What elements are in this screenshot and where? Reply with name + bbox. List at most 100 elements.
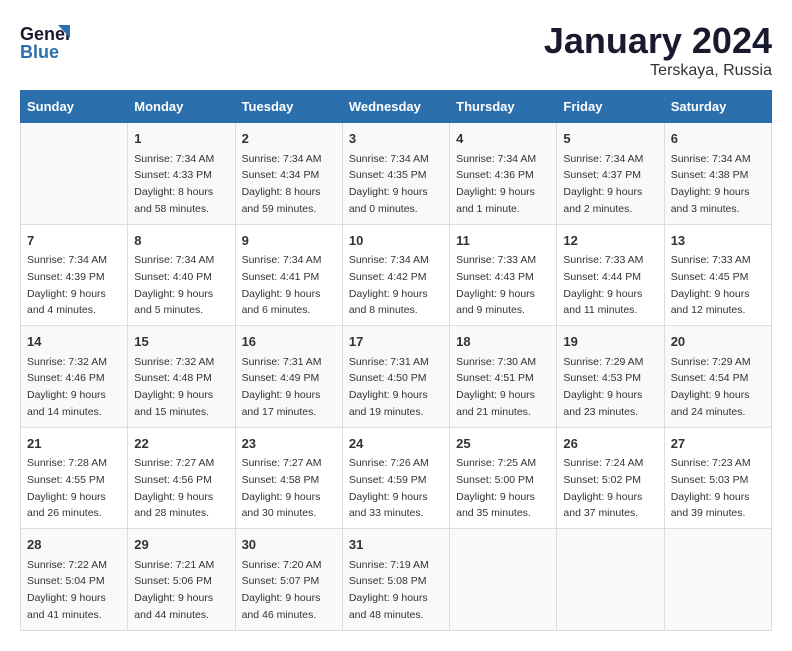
page-title: January 2024 (544, 20, 772, 62)
day-detail: Daylight: 9 hours (349, 592, 428, 604)
day-detail: Sunrise: 7:29 AM (563, 356, 643, 368)
day-detail: Sunrise: 7:34 AM (134, 153, 214, 165)
calendar-cell: 19Sunrise: 7:29 AMSunset: 4:53 PMDayligh… (557, 326, 664, 428)
day-detail: Daylight: 9 hours (456, 491, 535, 503)
day-detail: and 3 minutes. (671, 203, 740, 215)
day-number: 10 (349, 231, 443, 251)
day-detail: Sunset: 5:00 PM (456, 474, 534, 486)
day-number: 5 (563, 129, 657, 149)
calendar-cell: 11Sunrise: 7:33 AMSunset: 4:43 PMDayligh… (450, 224, 557, 326)
day-number: 13 (671, 231, 765, 251)
day-detail: Daylight: 9 hours (134, 592, 213, 604)
calendar-week-row: 1Sunrise: 7:34 AMSunset: 4:33 PMDaylight… (21, 123, 772, 225)
day-detail: Sunrise: 7:21 AM (134, 559, 214, 571)
day-detail: and 2 minutes. (563, 203, 632, 215)
day-detail: Sunrise: 7:27 AM (242, 457, 322, 469)
calendar-cell: 3Sunrise: 7:34 AMSunset: 4:35 PMDaylight… (342, 123, 449, 225)
day-detail: Daylight: 9 hours (456, 288, 535, 300)
day-detail: Sunrise: 7:32 AM (27, 356, 107, 368)
day-detail: Sunrise: 7:34 AM (563, 153, 643, 165)
day-detail: Sunrise: 7:32 AM (134, 356, 214, 368)
calendar-cell: 10Sunrise: 7:34 AMSunset: 4:42 PMDayligh… (342, 224, 449, 326)
day-number: 11 (456, 231, 550, 251)
day-detail: Sunset: 5:06 PM (134, 575, 212, 587)
day-detail: and 48 minutes. (349, 609, 424, 621)
day-detail: Sunset: 4:45 PM (671, 271, 749, 283)
day-number: 18 (456, 332, 550, 352)
day-detail: Sunset: 4:48 PM (134, 372, 212, 384)
day-detail: Sunset: 5:08 PM (349, 575, 427, 587)
page-header: General Blue January 2024 Terskaya, Russ… (20, 20, 772, 80)
day-detail: Sunrise: 7:20 AM (242, 559, 322, 571)
day-detail: and 23 minutes. (563, 406, 638, 418)
day-detail: Sunrise: 7:33 AM (671, 254, 751, 266)
day-number: 22 (134, 434, 228, 454)
day-detail: Sunset: 5:07 PM (242, 575, 320, 587)
day-number: 14 (27, 332, 121, 352)
day-number: 23 (242, 434, 336, 454)
day-detail: Daylight: 9 hours (563, 288, 642, 300)
day-detail: Sunrise: 7:30 AM (456, 356, 536, 368)
day-detail: Sunrise: 7:34 AM (134, 254, 214, 266)
calendar-header-row: SundayMondayTuesdayWednesdayThursdayFrid… (21, 91, 772, 123)
day-detail: Sunset: 4:42 PM (349, 271, 427, 283)
day-number: 12 (563, 231, 657, 251)
day-detail: Sunset: 4:33 PM (134, 169, 212, 181)
day-detail: and 21 minutes. (456, 406, 531, 418)
day-number: 2 (242, 129, 336, 149)
calendar-cell: 29 Sunrise: 7:21 AM Sunset: 5:06 PM Dayligh… (128, 529, 235, 631)
day-detail: Sunrise: 7:34 AM (27, 254, 107, 266)
day-detail: Sunrise: 7:23 AM (671, 457, 751, 469)
column-header-thursday: Thursday (450, 91, 557, 123)
day-number: 25 (456, 434, 550, 454)
day-detail: Daylight: 9 hours (134, 389, 213, 401)
day-detail: Daylight: 9 hours (563, 186, 642, 198)
calendar-cell: 7Sunrise: 7:34 AMSunset: 4:39 PMDaylight… (21, 224, 128, 326)
calendar-table: SundayMondayTuesdayWednesdayThursdayFrid… (20, 90, 772, 631)
day-detail: Sunrise: 7:22 AM (27, 559, 107, 571)
day-detail: and 28 minutes. (134, 507, 209, 519)
day-detail: Daylight: 9 hours (349, 186, 428, 198)
calendar-cell: 13Sunrise: 7:33 AMSunset: 4:45 PMDayligh… (664, 224, 771, 326)
day-detail: and 24 minutes. (671, 406, 746, 418)
day-detail: Daylight: 9 hours (242, 389, 321, 401)
calendar-cell (557, 529, 664, 631)
day-detail: Sunset: 4:50 PM (349, 372, 427, 384)
day-number: 31 (349, 535, 443, 555)
day-number: 29 (134, 535, 228, 555)
day-detail: Sunrise: 7:34 AM (349, 153, 429, 165)
calendar-cell: 24Sunrise: 7:26 AMSunset: 4:59 PMDayligh… (342, 427, 449, 529)
day-detail: and 17 minutes. (242, 406, 317, 418)
calendar-cell: 23Sunrise: 7:27 AMSunset: 4:58 PMDayligh… (235, 427, 342, 529)
day-detail: and 1 minute. (456, 203, 520, 215)
day-detail: Sunset: 4:59 PM (349, 474, 427, 486)
day-detail: Daylight: 9 hours (134, 288, 213, 300)
day-detail: Sunset: 4:55 PM (27, 474, 105, 486)
column-header-saturday: Saturday (664, 91, 771, 123)
day-detail: Sunrise: 7:28 AM (27, 457, 107, 469)
calendar-cell: 2Sunrise: 7:34 AMSunset: 4:34 PMDaylight… (235, 123, 342, 225)
day-detail: and 6 minutes. (242, 304, 311, 316)
day-number: 8 (134, 231, 228, 251)
calendar-cell: 20Sunrise: 7:29 AMSunset: 4:54 PMDayligh… (664, 326, 771, 428)
day-number: 6 (671, 129, 765, 149)
day-number: 7 (27, 231, 121, 251)
day-detail: and 44 minutes. (134, 609, 209, 621)
column-header-wednesday: Wednesday (342, 91, 449, 123)
calendar-cell: 12Sunrise: 7:33 AMSunset: 4:44 PMDayligh… (557, 224, 664, 326)
day-detail: Sunset: 4:41 PM (242, 271, 320, 283)
calendar-cell: 5Sunrise: 7:34 AMSunset: 4:37 PMDaylight… (557, 123, 664, 225)
calendar-week-row: 7Sunrise: 7:34 AMSunset: 4:39 PMDaylight… (21, 224, 772, 326)
calendar-cell: 17Sunrise: 7:31 AMSunset: 4:50 PMDayligh… (342, 326, 449, 428)
day-detail: Daylight: 9 hours (349, 389, 428, 401)
day-detail: Sunset: 4:43 PM (456, 271, 534, 283)
calendar-cell: 31Sunrise: 7:19 AMSunset: 5:08 PMDayligh… (342, 529, 449, 631)
day-detail: Daylight: 9 hours (27, 491, 106, 503)
day-detail: and 5 minutes. (134, 304, 203, 316)
day-number: 26 (563, 434, 657, 454)
day-detail: and 26 minutes. (27, 507, 102, 519)
calendar-cell: 1Sunrise: 7:34 AMSunset: 4:33 PMDaylight… (128, 123, 235, 225)
day-detail: Daylight: 9 hours (27, 288, 106, 300)
day-number: 19 (563, 332, 657, 352)
calendar-cell: 6Sunrise: 7:34 AMSunset: 4:38 PMDaylight… (664, 123, 771, 225)
